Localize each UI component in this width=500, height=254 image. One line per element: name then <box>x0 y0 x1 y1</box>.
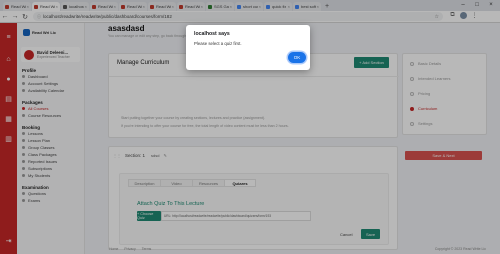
dialog-message: Please select a quiz first. <box>194 41 242 46</box>
ok-button[interactable]: OK <box>288 52 306 63</box>
dialog-title: localhost says <box>194 31 230 37</box>
alert-dialog: localhost says Please select a quiz firs… <box>186 25 310 70</box>
